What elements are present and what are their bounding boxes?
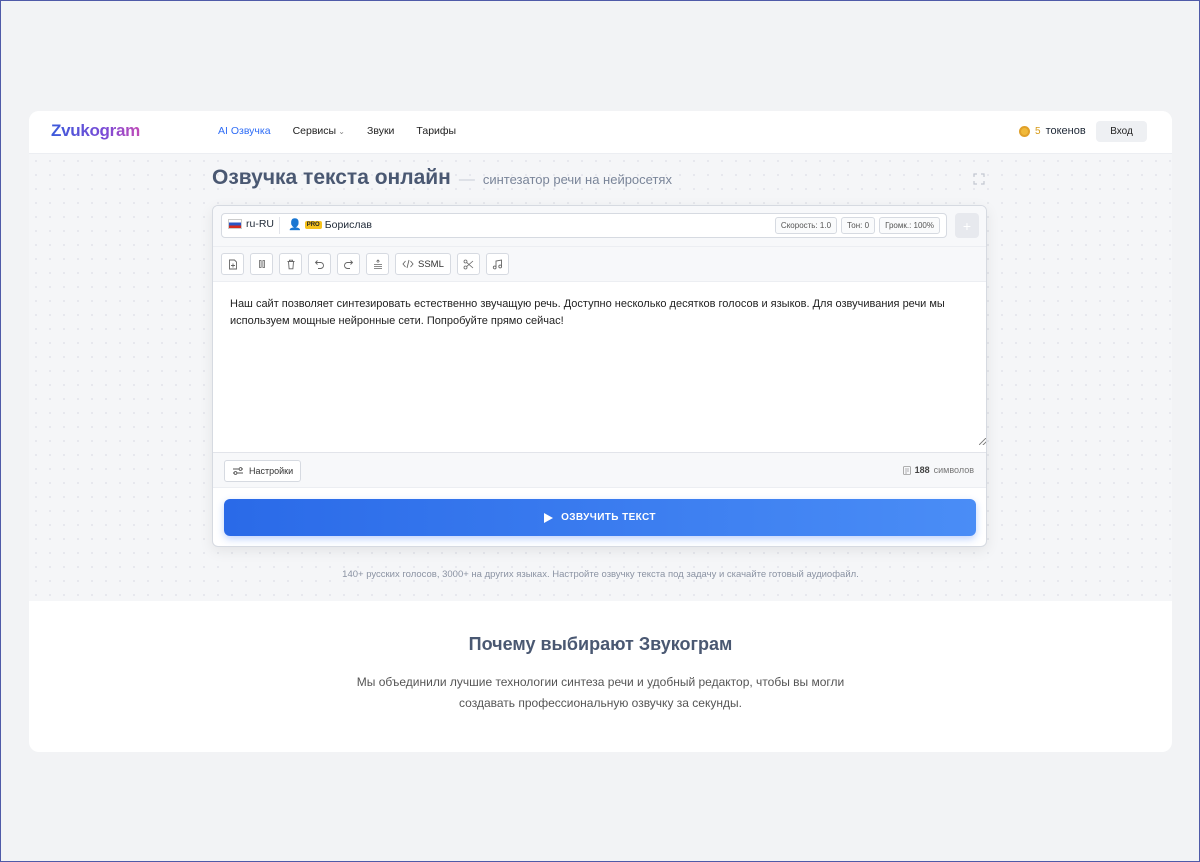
document-icon (902, 465, 911, 475)
main-nav: AI Озвучка Сервисы Звуки Тарифы (218, 125, 456, 137)
sliders-icon (233, 467, 243, 475)
new-file-button[interactable] (221, 253, 244, 275)
pitch-chip[interactable]: Тон: 0 (841, 217, 876, 234)
top-header: Zvukogram AI Озвучка Сервисы Звуки Тариф… (29, 111, 1172, 154)
hero-subtitle: синтезатор речи на нейросетях (482, 172, 672, 187)
nav-pricing[interactable]: Тарифы (416, 125, 456, 137)
redo-button[interactable] (337, 253, 360, 275)
why-line-2: создавать профессиональную озвучку за се… (459, 696, 742, 710)
language-code: ru-RU (246, 218, 274, 230)
char-counter: 188 символов (902, 465, 974, 475)
voice-select[interactable]: 👤 PRO Борислав (288, 218, 372, 232)
why-line-1: Мы объединили лучшие технологии синтеза … (356, 675, 845, 689)
nav-sounds[interactable]: Звуки (367, 125, 394, 137)
coin-icon (1019, 125, 1030, 137)
title-dash: — (458, 171, 475, 188)
tokens-balance[interactable]: 5 токенов (1019, 125, 1086, 137)
speak-button[interactable]: ОЗВУЧИТЬ ТЕКСТ (224, 499, 976, 536)
tokens-label: токенов (1045, 125, 1086, 137)
volume-chip[interactable]: Громк.: 100% (879, 217, 940, 234)
pause-icon (258, 260, 265, 268)
ssml-button[interactable]: SSML (395, 253, 451, 275)
why-title: Почему выбирают Звукограм (468, 634, 733, 654)
play-icon (544, 512, 554, 523)
pause-insert-button[interactable] (250, 253, 273, 275)
undo-button[interactable] (308, 253, 331, 275)
nav-services[interactable]: Сервисы (293, 125, 345, 137)
tts-editor: ru-RU 👤 PRO Борислав Скорость: 1.0 Тон: … (212, 205, 987, 547)
speak-label: ОЗВУЧИТЬ ТЕКСТ (561, 512, 656, 523)
login-button[interactable]: Вход (1096, 121, 1147, 142)
hero-title: Озвучка текста онлайн (212, 166, 451, 189)
settings-button[interactable]: Настройки (224, 460, 302, 482)
redo-icon (344, 260, 354, 269)
delete-button[interactable] (279, 253, 302, 275)
main-card: Zvukogram AI Озвучка Сервисы Звуки Тариф… (29, 111, 1172, 752)
voice-params: Скорость: 1.0 Тон: 0 Громк.: 100% (774, 217, 940, 234)
add-voice-button[interactable]: + (955, 213, 979, 238)
cut-button[interactable] (456, 253, 480, 275)
speed-chip[interactable]: Скорость: 1.0 (774, 217, 838, 234)
voice-bar: ru-RU 👤 PRO Борислав Скорость: 1.0 Тон: … (213, 206, 986, 247)
char-label: символов (933, 465, 974, 475)
music-note-icon (492, 258, 502, 269)
trash-icon (287, 259, 294, 269)
scissors-icon (463, 259, 474, 269)
undo-icon (314, 260, 324, 269)
why-subtitle: Мы объединили лучшие технологии синтеза … (29, 672, 1172, 714)
soundwave-icon (144, 124, 173, 138)
hint-text: 140+ русских голосов, 3000+ на других яз… (342, 569, 859, 580)
music-button[interactable] (485, 253, 509, 275)
editor-footer: Настройки 188 символов (213, 452, 986, 488)
expand-icon[interactable] (973, 173, 985, 185)
text-format-icon (373, 259, 382, 269)
tokens-count: 5 (1035, 125, 1041, 137)
russia-flag-icon (228, 219, 242, 229)
person-icon: 👤 (288, 219, 302, 231)
language-select[interactable]: ru-RU (228, 218, 274, 230)
hero-section: Озвучка текста онлайн — синтезатор речи … (29, 154, 1172, 601)
format-button[interactable] (366, 253, 389, 275)
voice-selector[interactable]: ru-RU 👤 PRO Борислав Скорость: 1.0 Тон: … (221, 213, 947, 238)
divider (279, 217, 280, 234)
char-count: 188 (914, 465, 930, 475)
code-icon (402, 259, 414, 269)
text-input[interactable]: Наш сайт позволяет синтезировать естеств… (230, 296, 975, 330)
settings-label: Настройки (249, 466, 294, 476)
voice-name: Борислав (324, 218, 372, 231)
logo[interactable]: Zvukogram (51, 121, 174, 141)
ssml-label: SSML (418, 258, 444, 270)
resize-handle-icon[interactable] (979, 438, 986, 445)
file-plus-icon (228, 259, 237, 269)
editor-toolbar: SSML (213, 247, 986, 282)
logo-text: Zvukogram (51, 121, 140, 140)
page-title: Озвучка текста онлайн — синтезатор речи … (212, 166, 672, 190)
pro-badge: PRO (304, 220, 322, 229)
nav-ai-voice[interactable]: AI Озвучка (218, 125, 271, 137)
